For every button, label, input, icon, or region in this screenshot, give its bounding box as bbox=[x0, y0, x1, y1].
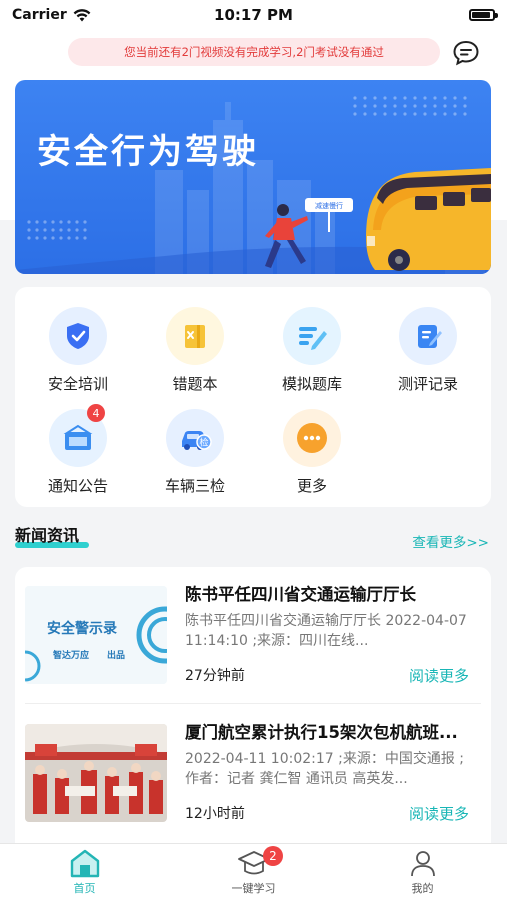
banner[interactable]: 减速慢行 安全行为驾驶 bbox=[15, 80, 491, 274]
tab-label: 首页 bbox=[73, 882, 96, 895]
banner-illustration: 减速慢行 bbox=[15, 96, 491, 274]
study-notice[interactable]: 您当前还有2门视频没有完成学习,2门考试没有通过 bbox=[68, 38, 440, 66]
grid-item-more[interactable]: 更多 bbox=[257, 409, 367, 496]
grid-item-notices[interactable]: 4 通知公告 bbox=[23, 404, 133, 496]
news-item-title: 厦门航空累计执行15架次包机航班... bbox=[185, 723, 458, 742]
grid-item-eval-records[interactable]: 测评记录 bbox=[373, 307, 483, 394]
thumb-title: 安全警示录 bbox=[47, 620, 117, 637]
grid-label: 错题本 bbox=[172, 375, 218, 393]
tab-profile[interactable]: 我的 bbox=[338, 844, 507, 900]
tab-bar: 首页 2 一键学习 我的 bbox=[0, 843, 507, 900]
news-thumbnail: 安全警示录 智达万应 出品 bbox=[25, 586, 167, 684]
banner-sign-text: 减速慢行 bbox=[315, 201, 343, 210]
cabin-photo-graphic bbox=[25, 724, 167, 822]
grid-label: 测评记录 bbox=[397, 375, 458, 393]
car-inspect-icon: 检 bbox=[166, 409, 224, 467]
grid-item-safety-training[interactable]: 安全培训 bbox=[23, 307, 133, 394]
learn-badge: 2 bbox=[263, 846, 283, 866]
news-item-title: 陈书平任四川省交通运输厅厅长 bbox=[185, 585, 416, 604]
grid-item-vehicle-check[interactable]: 检 车辆三检 bbox=[140, 409, 250, 496]
news-view-more-link[interactable]: 查看更多>> bbox=[412, 531, 489, 551]
news-item-summary: 2022-04-11 10:02:17 ;来源：中国交通报 ;作者：记者 龚仁智… bbox=[185, 751, 465, 787]
news-thumbnail bbox=[25, 724, 167, 822]
carrier-label: Carrier bbox=[12, 7, 67, 23]
thumb-sub1: 智达万应 bbox=[53, 649, 89, 661]
tab-quick-learn[interactable]: 2 一键学习 bbox=[169, 844, 338, 900]
status-time: 10:17 PM bbox=[214, 6, 293, 24]
message-button[interactable] bbox=[451, 38, 481, 68]
news-header: 新闻资讯 查看更多>> bbox=[15, 520, 491, 551]
grid-label: 安全培训 bbox=[47, 375, 108, 393]
tab-home[interactable]: 首页 bbox=[0, 844, 169, 900]
battery-icon bbox=[469, 9, 498, 21]
news-text: 厦门航空累计执行15架次包机航班... 2022-04-11 10:02:17 … bbox=[185, 719, 475, 789]
more-dots-icon bbox=[283, 409, 341, 467]
status-right bbox=[325, 9, 498, 21]
tab-label: 我的 bbox=[411, 882, 434, 895]
news-item-summary: 陈书平任四川省交通运输厅厅长 2022-04-07 11:14:10 ;来源：四… bbox=[185, 613, 467, 649]
news-item-time: 12小时前 bbox=[185, 806, 245, 822]
news-item[interactable]: 厦门航空累计执行15架次包机航班... 2022-04-11 10:02:17 … bbox=[15, 705, 491, 841]
wifi-icon bbox=[73, 8, 91, 21]
read-more-link[interactable]: 阅读更多 bbox=[409, 803, 469, 824]
user-icon bbox=[410, 851, 435, 877]
chat-bubble-icon bbox=[453, 40, 479, 66]
read-more-link[interactable]: 阅读更多 bbox=[409, 665, 469, 686]
edit-record-icon bbox=[399, 307, 457, 365]
shield-check-icon bbox=[49, 307, 107, 365]
home-icon bbox=[70, 849, 99, 878]
news-text: 陈书平任四川省交通运输厅厅长 陈书平任四川省交通运输厅厅长 2022-04-07… bbox=[185, 581, 475, 651]
tab-label: 一键学习 bbox=[231, 882, 276, 895]
notice-board-icon: 4 bbox=[49, 404, 107, 467]
thumb-sub2: 出品 bbox=[107, 649, 125, 661]
warning-thumb-graphic: 安全警示录 智达万应 出品 bbox=[25, 586, 167, 684]
question-bank-icon bbox=[283, 307, 341, 365]
svg-text:检: 检 bbox=[199, 437, 208, 449]
grid-label: 通知公告 bbox=[47, 477, 108, 495]
grid-label: 车辆三检 bbox=[164, 477, 225, 495]
grid-label: 更多 bbox=[296, 477, 327, 495]
news-item-time: 27分钟前 bbox=[185, 668, 245, 684]
status-left: Carrier bbox=[12, 7, 182, 23]
notebook-icon bbox=[166, 307, 224, 365]
feature-grid: 安全培训 错题本 模拟题库 测评记录 4 通知公告 检 车辆三检 更多 bbox=[15, 287, 491, 507]
news-section-title: 新闻资讯 bbox=[15, 526, 80, 545]
grid-label: 模拟题库 bbox=[281, 375, 342, 393]
grid-item-mock-bank[interactable]: 模拟题库 bbox=[257, 307, 367, 394]
notice-badge: 4 bbox=[87, 404, 105, 422]
news-list: 安全警示录 智达万应 出品 陈书平任四川省交通运输厅厅长 陈书平任四川省交通运输… bbox=[15, 567, 491, 857]
banner-title: 安全行为驾驶 bbox=[37, 132, 259, 172]
grid-item-wrong-answers[interactable]: 错题本 bbox=[140, 307, 250, 394]
divider bbox=[25, 703, 481, 704]
status-bar: Carrier 10:17 PM bbox=[0, 0, 507, 30]
news-item[interactable]: 安全警示录 智达万应 出品 陈书平任四川省交通运输厅厅长 陈书平任四川省交通运输… bbox=[15, 567, 491, 704]
